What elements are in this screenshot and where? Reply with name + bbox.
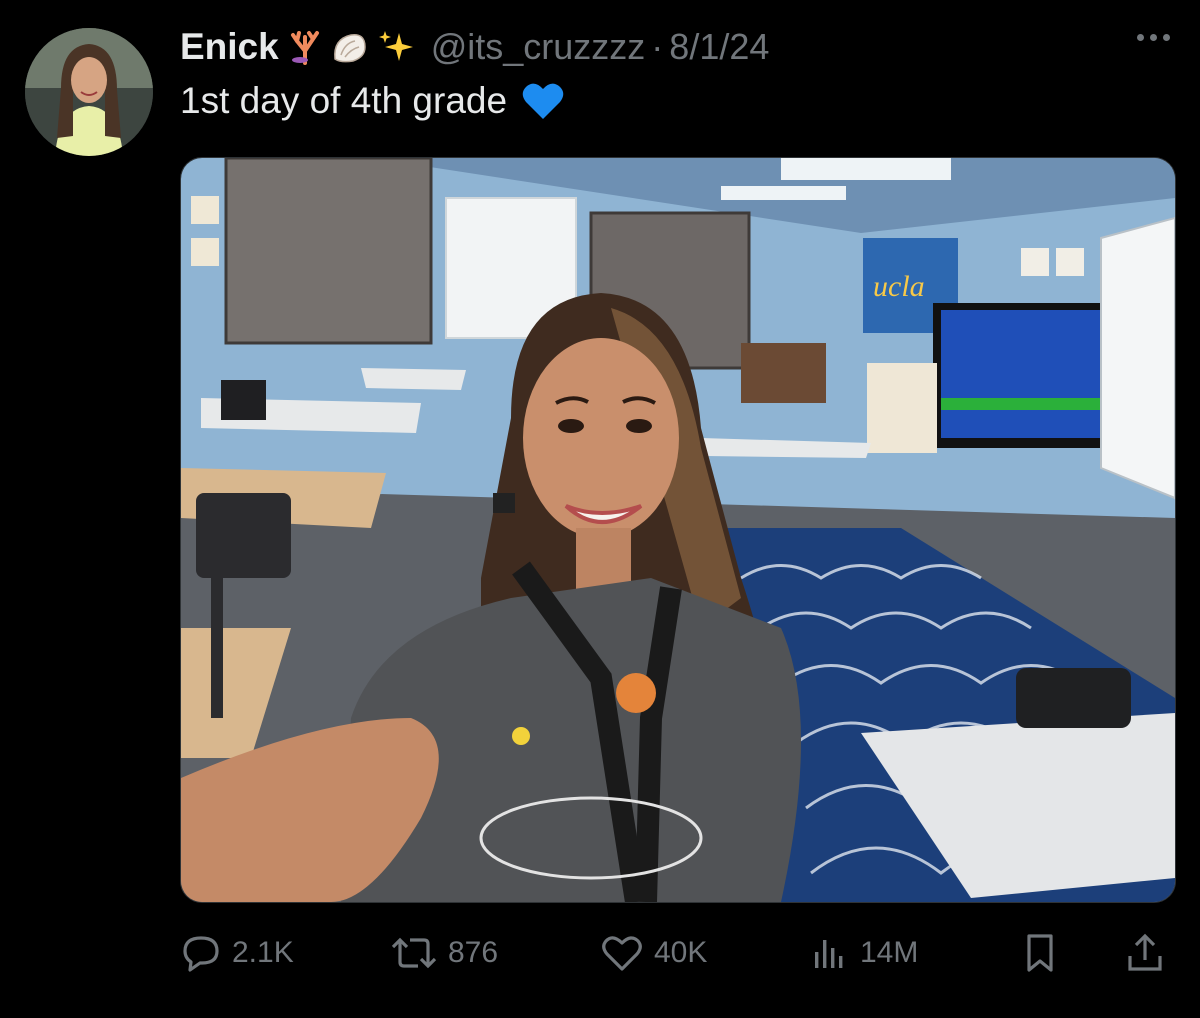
view-count: 14M (860, 936, 919, 969)
share-icon (1128, 933, 1162, 971)
separator-dot: · (651, 26, 664, 67)
blue-heart-icon (521, 81, 565, 121)
repost-count: 876 (448, 936, 499, 969)
svg-text:ucla: ucla (873, 270, 925, 303)
like-count: 40K (654, 936, 708, 969)
author-handle[interactable]: @its_cruzzzz (431, 26, 646, 68)
tweet-header: Enick @its_cruzzzz · 8/1/24 (180, 22, 769, 72)
repost-icon (391, 937, 437, 969)
like-button[interactable]: 40K (600, 925, 707, 981)
share-button[interactable] (1125, 925, 1165, 981)
reply-count: 2.1K (232, 936, 294, 969)
reply-button[interactable]: 2.1K (180, 925, 294, 981)
sparkles-icon (377, 29, 417, 65)
tweet-body: 1st day of 4th grade (180, 80, 565, 122)
views-button[interactable]: 14M (810, 925, 918, 981)
classroom-selfie-image: ucla (181, 158, 1175, 902)
repost-button[interactable]: 876 (390, 925, 498, 981)
more-options-icon[interactable] (1137, 34, 1170, 41)
author-name[interactable]: Enick (180, 26, 279, 68)
bookmark-button[interactable] (1020, 925, 1060, 981)
tweet-media-photo[interactable]: ucla (180, 157, 1176, 903)
bookmark-icon (1027, 934, 1053, 972)
shell-icon (331, 29, 369, 65)
views-bar-chart-icon (815, 940, 843, 968)
coral-icon (287, 29, 323, 65)
tweet-text: 1st day of 4th grade (180, 80, 508, 121)
tweet-action-bar: 2.1K 876 40K 14M (180, 925, 1170, 981)
avatar-image (25, 28, 153, 156)
author-avatar[interactable] (25, 28, 153, 156)
like-heart-icon (602, 936, 642, 971)
reply-icon (183, 936, 219, 972)
tweet-date[interactable]: 8/1/24 (669, 26, 769, 68)
